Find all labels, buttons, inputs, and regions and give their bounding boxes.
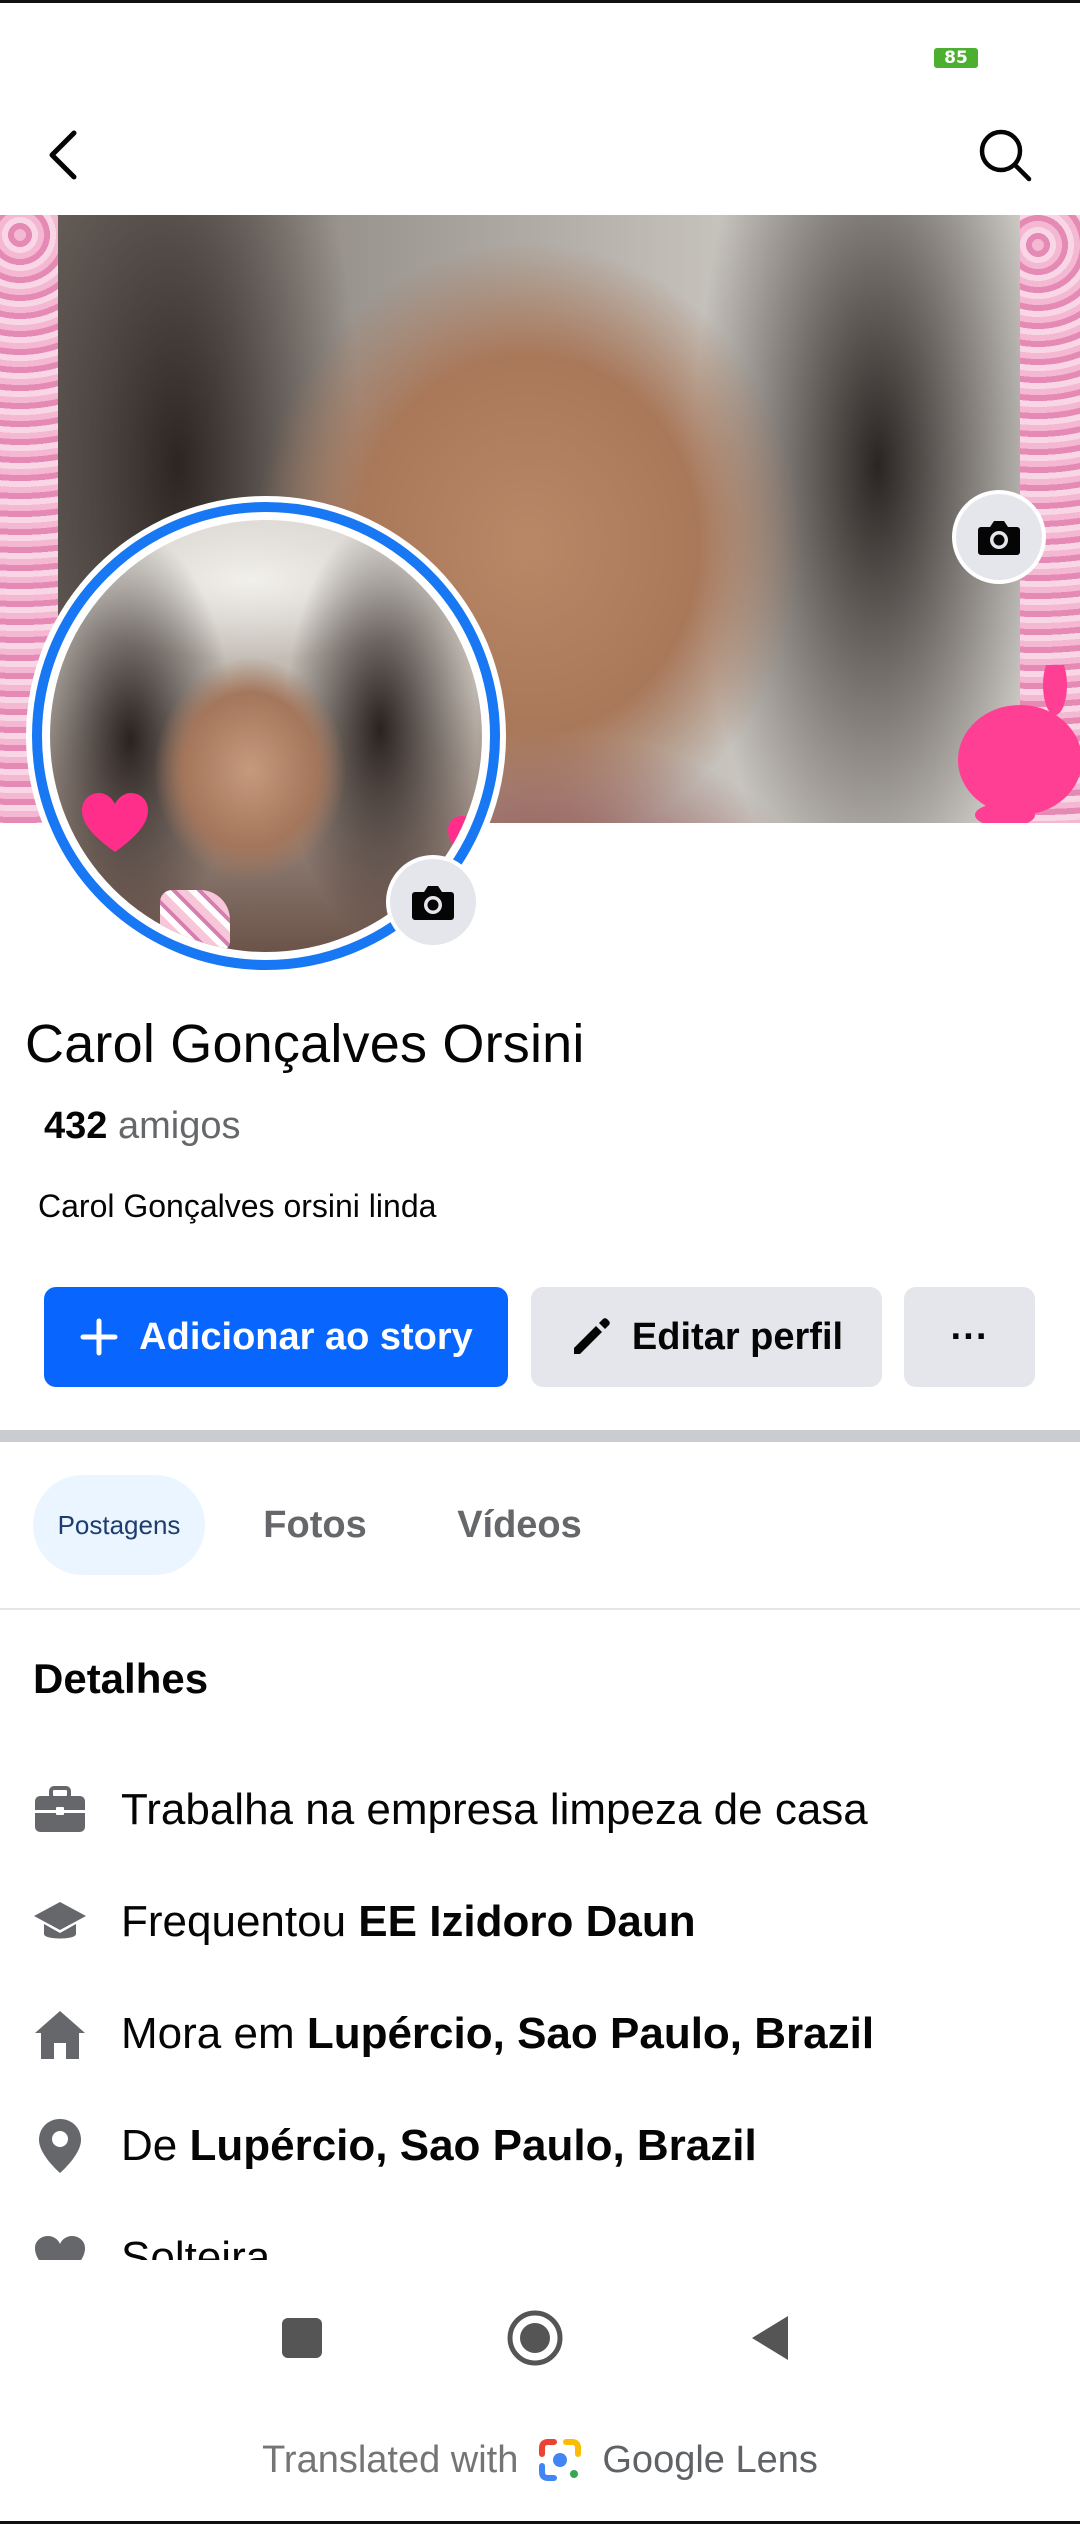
- search-icon: [979, 129, 1032, 182]
- recent-apps-button[interactable]: [272, 2308, 332, 2368]
- more-options-button[interactable]: ···: [904, 1287, 1035, 1387]
- details-heading: Detalhes: [33, 1655, 209, 1702]
- edit-profile-label: Editar perfil: [631, 1315, 844, 1358]
- system-back-button[interactable]: [740, 2308, 800, 2368]
- profile-name: Carol Gonçalves Orsini: [25, 1014, 585, 1074]
- back-button[interactable]: [40, 125, 90, 185]
- camera-icon: [978, 521, 1020, 555]
- top-nav-bar: [0, 100, 1080, 215]
- edit-profile-button[interactable]: Editar perfil: [531, 1287, 882, 1387]
- square-icon: [282, 2318, 322, 2358]
- battery-indicator: 85: [934, 48, 978, 68]
- triangle-back-icon: [752, 2316, 788, 2360]
- bunny-sticker-icon: [958, 665, 1080, 823]
- tab-posts[interactable]: Postagens: [33, 1475, 205, 1575]
- home-circle-icon: [507, 2310, 563, 2366]
- camera-icon: [412, 886, 454, 920]
- google-lens-label: Google Lens: [602, 2438, 818, 2481]
- more-options-icon: ···: [950, 1315, 989, 1358]
- tab-photos[interactable]: Fotos: [255, 1475, 375, 1575]
- tabs-divider: [0, 1608, 1080, 1610]
- heart-sticker-icon: [82, 793, 148, 852]
- pencil-icon: [570, 1316, 612, 1358]
- detail-row-education[interactable]: Frequentou EE Izidoro Daun: [0, 1877, 1080, 1967]
- home-button[interactable]: [505, 2308, 565, 2368]
- section-divider: [0, 1430, 1080, 1442]
- friends-label: amigos: [117, 1105, 241, 1147]
- add-to-story-label: Adicionar ao story: [139, 1315, 473, 1358]
- detail-text: Mora em Lupércio, Sao Paulo, Brazil: [121, 2009, 875, 2058]
- translated-with-label: Translated with: [262, 2438, 519, 2481]
- house-icon: [30, 2004, 90, 2064]
- profile-bio: Carol Gonçalves orsini linda: [38, 1188, 437, 1224]
- search-button[interactable]: [975, 125, 1035, 185]
- friends-number: 432: [44, 1105, 108, 1147]
- status-bar: 85: [0, 0, 1080, 100]
- friends-count[interactable]: 432 amigos: [44, 1105, 240, 1148]
- detail-text: Trabalha na empresa limpeza de casa: [121, 1785, 868, 1834]
- detail-row-work[interactable]: Trabalha na empresa limpeza de casa: [0, 1765, 1080, 1855]
- content-clip: [0, 2260, 1080, 2280]
- edit-avatar-camera-button[interactable]: [386, 855, 480, 949]
- system-navigation-bar: [0, 2280, 1080, 2390]
- briefcase-icon: [30, 1780, 90, 1840]
- detail-row-lives-in[interactable]: Mora em Lupércio, Sao Paulo, Brazil: [0, 1989, 1080, 2079]
- detail-row-from[interactable]: De Lupércio, Sao Paulo, Brazil: [0, 2101, 1080, 2191]
- edit-cover-camera-button[interactable]: [952, 490, 1046, 584]
- location-pin-icon: [30, 2116, 90, 2176]
- detail-text: Frequentou EE Izidoro Daun: [121, 1897, 696, 1946]
- google-lens-icon: [536, 2436, 584, 2484]
- tab-videos[interactable]: Vídeos: [452, 1475, 587, 1575]
- graduation-cap-icon: [30, 1892, 90, 1952]
- translation-footer: Translated with Google Lens: [0, 2410, 1080, 2510]
- chevron-left-icon: [49, 130, 77, 180]
- plus-icon: [79, 1317, 119, 1357]
- add-to-story-button[interactable]: Adicionar ao story: [44, 1287, 508, 1387]
- detail-text: De Lupércio, Sao Paulo, Brazil: [121, 2121, 757, 2170]
- sparkle-sticker: [160, 890, 230, 950]
